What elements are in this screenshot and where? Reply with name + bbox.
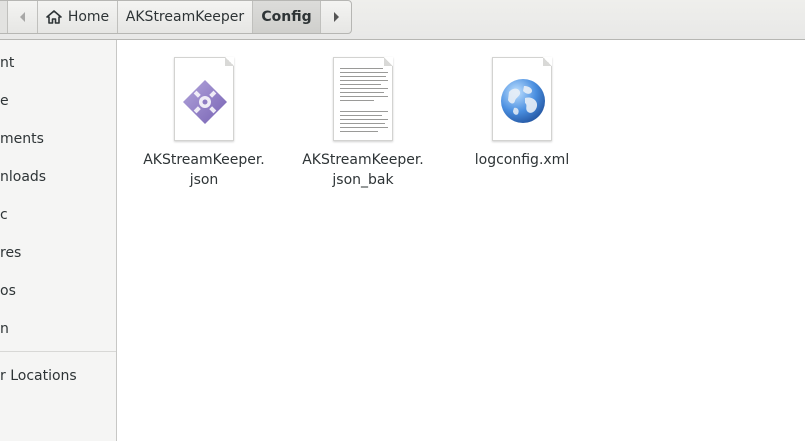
sidebar-item-downloads[interactable]: nloads — [0, 166, 46, 188]
sidebar-item-label: os — [0, 283, 16, 299]
sidebar-item-videos[interactable]: os — [0, 280, 16, 302]
json-file-icon — [174, 57, 234, 141]
sidebar-item-label: e — [0, 93, 9, 109]
sidebar-item-label: r Locations — [0, 368, 77, 384]
chevron-right-icon — [334, 12, 339, 22]
file-name: AKStreamKeeper. json_bak — [302, 152, 424, 188]
file-item-xml[interactable]: logconfig.xml — [447, 57, 597, 170]
breadcrumb-label: Config — [261, 9, 312, 25]
xml-globe-file-icon — [492, 57, 552, 141]
chevron-left-icon — [19, 12, 25, 22]
sidebar-item-trash[interactable]: n — [0, 318, 9, 340]
breadcrumb-home[interactable]: Home — [38, 1, 118, 33]
sidebar-item-music[interactable]: c — [0, 204, 8, 226]
file-view: AKStreamKeeper. json AKStreamKeeper. jso… — [118, 40, 805, 441]
file-item-json[interactable]: AKStreamKeeper. json — [129, 57, 279, 190]
scroll-right-button[interactable] — [321, 1, 351, 33]
breadcrumb-akstreamkeeper[interactable]: AKStreamKeeper — [118, 1, 253, 33]
home-icon — [46, 10, 62, 24]
scroll-left-button[interactable] — [8, 1, 38, 33]
file-name: logconfig.xml — [474, 152, 570, 168]
pathbar-overflow[interactable] — [0, 1, 8, 33]
file-item-json-bak[interactable]: AKStreamKeeper. json_bak — [288, 57, 438, 190]
sidebar-item-label: ments — [0, 131, 44, 147]
text-file-icon — [333, 57, 393, 141]
sidebar-item-recent[interactable]: nt — [0, 52, 14, 74]
sidebar-item-label: res — [0, 245, 22, 261]
sidebar-item-label: nt — [0, 55, 15, 71]
breadcrumb-label: AKStreamKeeper — [125, 9, 245, 25]
sidebar-item-label: n — [0, 321, 9, 337]
breadcrumb-home-label: Home — [67, 9, 110, 25]
file-name: AKStreamKeeper. json — [143, 152, 265, 188]
path-bar: Home AKStreamKeeper Config — [0, 0, 352, 34]
sidebar-separator — [0, 351, 116, 352]
sidebar-item-home[interactable]: e — [0, 90, 9, 112]
sidebar: nt e ments nloads c res os n r Locations — [0, 40, 117, 441]
header-bar: Home AKStreamKeeper Config — [0, 0, 805, 40]
sidebar-item-other-locations[interactable]: r Locations — [0, 365, 77, 387]
sidebar-item-label: c — [0, 207, 8, 223]
sidebar-item-label: nloads — [0, 169, 47, 185]
sidebar-item-pictures[interactable]: res — [0, 242, 21, 264]
sidebar-item-documents[interactable]: ments — [0, 128, 44, 150]
breadcrumb-config[interactable]: Config — [253, 1, 321, 33]
